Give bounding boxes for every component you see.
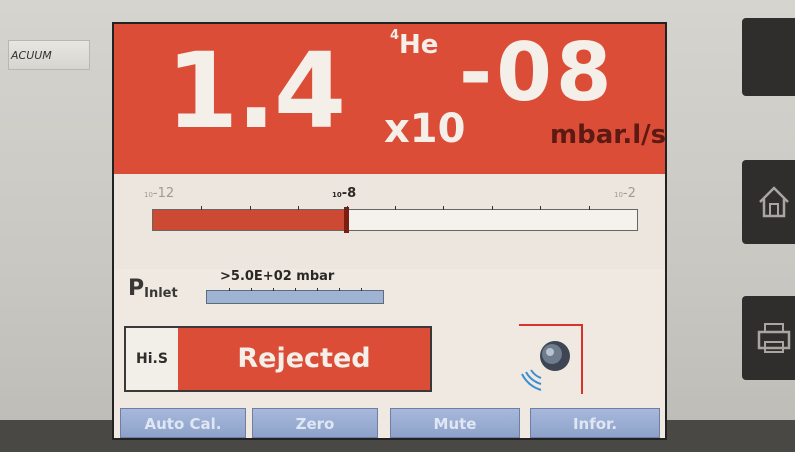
leak-rate-bargraph-fill	[153, 210, 347, 230]
sensitivity-mode: Hi.S	[126, 328, 178, 390]
bargraph-tick	[491, 206, 493, 210]
mute-button[interactable]: Mute	[390, 408, 520, 438]
inlet-bar-tick	[229, 288, 230, 291]
inlet-bar-tick	[317, 288, 318, 291]
leak-rate-exponent: -08	[459, 26, 616, 119]
scale-label-mid: 10-8	[332, 186, 357, 201]
side-button-top[interactable]	[742, 18, 795, 96]
audio-indicator	[519, 324, 583, 394]
bargraph-tick	[201, 206, 203, 210]
printer-icon	[757, 323, 791, 353]
inlet-bar-tick	[361, 288, 362, 291]
gas-label: 4He	[390, 28, 439, 60]
zero-button[interactable]: Zero	[252, 408, 378, 438]
print-button[interactable]	[742, 296, 795, 380]
test-result: Rejected	[178, 328, 430, 390]
inlet-pressure-label: PInlet	[128, 276, 178, 301]
inlet-bar-tick	[251, 288, 252, 291]
inlet-pressure-value: >5.0E+02 mbar	[220, 269, 335, 284]
vacuum-label: ACUUM	[8, 40, 90, 70]
bargraph-tick	[298, 206, 300, 210]
lcd-screen: 1.4 4He x10 -08 mbar.l/s 10-12 10-8 10-2…	[112, 22, 667, 440]
leak-rate-multiplier: x10	[384, 106, 466, 152]
bargraph-tick	[249, 206, 251, 210]
bargraph-tick	[540, 206, 542, 210]
inlet-pressure-bar	[206, 288, 384, 304]
bargraph-tick	[588, 206, 590, 210]
auto-cal-button[interactable]: Auto Cal.	[120, 408, 246, 438]
info-button[interactable]: Infor.	[530, 408, 660, 438]
home-icon	[759, 186, 789, 218]
leak-rate-panel: 1.4 4He x10 -08 mbar.l/s	[114, 24, 665, 174]
scale-label-min: 10-12	[144, 186, 175, 201]
gas-isotope: 4	[390, 28, 400, 43]
test-status-box: Hi.S Rejected	[124, 326, 432, 392]
leak-rate-bargraph	[152, 206, 638, 233]
bargraph-tick	[346, 206, 348, 210]
bargraph-tick	[443, 206, 445, 210]
gas-element: He	[399, 30, 439, 60]
bargraph-area: 10-12 10-8 10-2	[114, 174, 665, 269]
leak-rate-mantissa: 1.4	[166, 30, 346, 152]
leak-rate-bargraph-marker	[343, 207, 349, 233]
speaker-icon	[521, 341, 570, 391]
inlet-bar-tick	[273, 288, 274, 291]
bargraph-tick	[395, 206, 396, 210]
home-button[interactable]	[742, 160, 795, 244]
inlet-bar-tick	[339, 288, 340, 291]
softkey-bar: Auto Cal. Zero Mute Infor.	[114, 408, 665, 438]
inlet-bar-tick	[295, 288, 296, 291]
leak-rate-unit: mbar.l/s	[550, 120, 667, 150]
scale-label-max: 10-2	[614, 186, 636, 201]
